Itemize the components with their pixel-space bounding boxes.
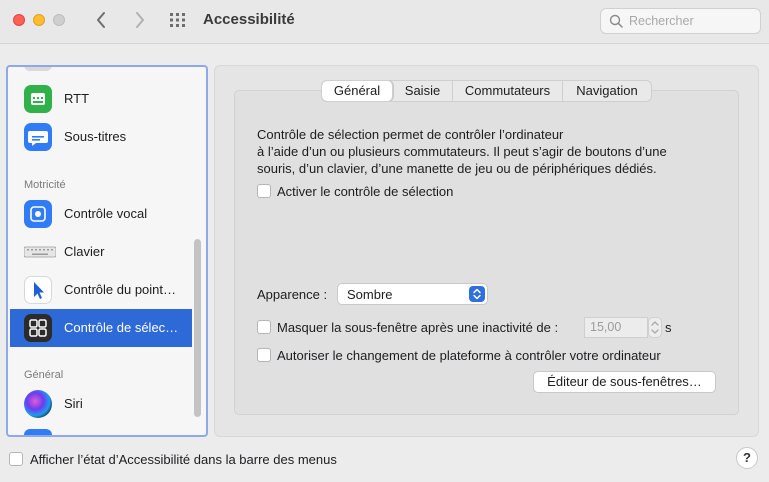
close-window-button[interactable] bbox=[13, 14, 25, 26]
sidebar-item-siri[interactable]: Siri bbox=[10, 385, 192, 423]
zoom-window-button[interactable] bbox=[53, 14, 65, 26]
appearance-popup[interactable]: Sombre bbox=[337, 283, 488, 305]
platform-switching-checkbox[interactable] bbox=[257, 348, 271, 362]
appearance-label: Apparence : bbox=[257, 287, 328, 302]
sidebar-item-label: Contrôle du point… bbox=[64, 282, 177, 297]
help-button[interactable]: ? bbox=[736, 447, 758, 469]
sidebar-item-label: Siri bbox=[64, 396, 83, 411]
chevron-left-icon bbox=[97, 12, 105, 28]
inactivity-delay-field[interactable]: 15,00 bbox=[584, 317, 648, 338]
title-bar: Accessibilité bbox=[0, 0, 769, 44]
inactivity-delay-stepper[interactable] bbox=[648, 317, 662, 338]
tab-general[interactable]: Général bbox=[322, 81, 393, 101]
switch-control-icon bbox=[24, 314, 52, 342]
description-line: Contrôle de sélection permet de contrôle… bbox=[257, 127, 564, 142]
platform-switching-label: Autoriser le changement de plateforme à … bbox=[277, 348, 661, 363]
sidebar-item-sous-titres[interactable]: Sous-titres bbox=[10, 118, 192, 156]
sidebar-item-label: RTT bbox=[64, 91, 90, 106]
sidebar-item-controle-selection[interactable]: Contrôle de sélec… bbox=[10, 309, 192, 347]
show-all-button[interactable] bbox=[168, 12, 188, 28]
sidebar-item-label: Contrôle de sélec… bbox=[64, 320, 179, 335]
sidebar-item-label: Sous-titres bbox=[64, 129, 127, 144]
siri-icon bbox=[24, 390, 52, 418]
partial-item-icon bbox=[24, 67, 52, 71]
sidebar-item-controle-pointeur[interactable]: Contrôle du point… bbox=[10, 271, 192, 309]
subtitles-icon bbox=[24, 123, 52, 151]
seconds-unit: s bbox=[665, 320, 672, 335]
enable-switch-control-label: Activer le contrôle de sélection bbox=[277, 184, 454, 199]
updown-chevron-icon bbox=[469, 286, 485, 302]
description-line: à l’aide d’un ou plusieurs commutateurs.… bbox=[257, 144, 667, 159]
sidebar-item-clavier[interactable]: Clavier bbox=[10, 233, 192, 271]
sidebar-item-controle-vocal[interactable]: Contrôle vocal bbox=[10, 195, 192, 233]
description-line: souris, d’un clavier, d’une manette de j… bbox=[257, 161, 657, 176]
keyboard-icon bbox=[23, 238, 57, 266]
chevron-right-icon bbox=[136, 12, 144, 28]
tab-navigation[interactable]: Navigation bbox=[563, 81, 651, 101]
tab-bar: Général Saisie Commutateurs Navigation bbox=[321, 80, 652, 102]
hide-panel-label: Masquer la sous-fenêtre après une inacti… bbox=[277, 320, 559, 335]
grid-icon bbox=[170, 13, 185, 27]
window-title: Accessibilité bbox=[203, 11, 295, 28]
pointer-icon bbox=[24, 276, 52, 304]
sidebar-item-label: Clavier bbox=[64, 244, 105, 259]
enable-switch-control-checkbox[interactable] bbox=[257, 184, 271, 198]
tty-icon bbox=[24, 85, 52, 113]
search-field[interactable] bbox=[600, 8, 761, 34]
search-input[interactable] bbox=[629, 12, 754, 30]
forward-button[interactable] bbox=[130, 10, 150, 30]
voice-control-icon bbox=[24, 200, 52, 228]
sidebar-scrollbar[interactable] bbox=[194, 239, 201, 417]
section-header-general: Général bbox=[24, 369, 64, 381]
panel-editor-button[interactable]: Éditeur de sous-fenêtres… bbox=[533, 371, 716, 393]
minimize-window-button[interactable] bbox=[33, 14, 45, 26]
sidebar-item-label: Contrôle vocal bbox=[64, 206, 148, 221]
partial-item-icon bbox=[24, 429, 52, 435]
menu-bar-status-checkbox[interactable] bbox=[9, 452, 23, 466]
hide-panel-checkbox[interactable] bbox=[257, 320, 271, 334]
stepper-arrows-icon bbox=[651, 321, 659, 334]
back-button[interactable] bbox=[92, 10, 112, 30]
sidebar-item-rtt[interactable]: RTT bbox=[10, 80, 192, 118]
tab-saisie[interactable]: Saisie bbox=[393, 81, 453, 101]
section-header-motricite: Motricité bbox=[24, 179, 66, 191]
appearance-value: Sombre bbox=[347, 287, 393, 302]
menu-bar-status-label: Afficher l’état d’Accessibilité dans la … bbox=[30, 452, 337, 467]
description-text: Contrôle de sélection permet de contrôle… bbox=[257, 126, 717, 177]
tab-commutateurs[interactable]: Commutateurs bbox=[453, 81, 563, 101]
search-icon bbox=[609, 14, 623, 28]
sidebar[interactable]: RTT Sous-titres Motricité Contrôle vocal bbox=[6, 65, 208, 437]
